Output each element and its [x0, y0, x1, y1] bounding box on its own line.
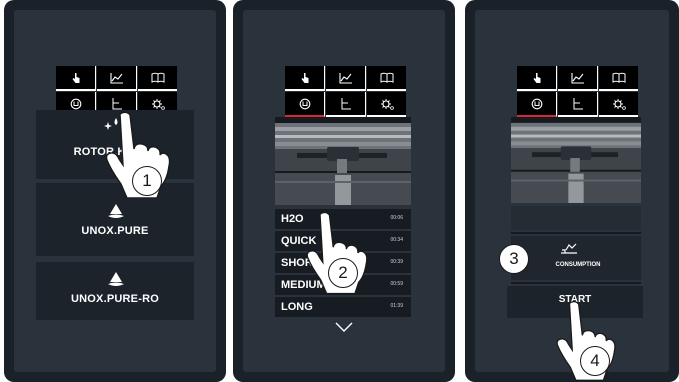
step-2-marker: 2 [328, 258, 358, 288]
book-icon [612, 72, 625, 83]
chart-icon [570, 72, 584, 84]
program-name: H2O [281, 213, 304, 225]
divider [511, 282, 641, 284]
panel-1: ROTOR.KLEAN UNOX.PURE UNOX.PURE-RO 1 [4, 0, 226, 382]
tab-manual[interactable] [56, 66, 96, 91]
tab-settings[interactable] [367, 92, 406, 118]
tab-manual-book[interactable] [367, 66, 406, 91]
tab-settings[interactable] [599, 92, 638, 118]
washing-icon [70, 98, 81, 109]
washing-icon [299, 98, 310, 109]
water-drop-icon [108, 204, 124, 218]
divider [511, 232, 641, 234]
tab-graph[interactable] [558, 66, 598, 91]
oven-wash-photo [275, 117, 411, 205]
program-time: 00:06 [390, 215, 403, 221]
screen-2: H2O 00:06 QUICK 00:34 SHORT 00:39 MEDIUM… [243, 10, 445, 372]
chart-icon [338, 72, 352, 84]
unox-pure-ro-button[interactable]: UNOX.PURE-RO [36, 262, 194, 320]
tab-graph[interactable] [326, 66, 366, 91]
tab-graph[interactable] [97, 66, 137, 91]
oven-wash-photo [511, 117, 641, 203]
tab-drain[interactable] [558, 92, 598, 118]
program-name: LONG [281, 301, 313, 313]
hand-touch-icon [72, 72, 79, 83]
washing-icon [531, 98, 542, 109]
panel-2: H2O 00:06 QUICK 00:34 SHORT 00:39 MEDIUM… [233, 0, 455, 382]
hand-touch-icon [301, 72, 308, 83]
panel-3: CONSUMPTION START 3 4 [465, 0, 679, 382]
settings-icon [380, 98, 394, 110]
button-label: UNOX.PURE [81, 225, 149, 237]
tab-manual-book[interactable] [138, 66, 177, 91]
step-1-marker: 1 [132, 166, 162, 196]
step-3-marker: 3 [499, 244, 529, 274]
consumption-button[interactable]: CONSUMPTION [511, 236, 641, 280]
program-time: 00:34 [390, 237, 403, 243]
program-time: 00:59 [390, 281, 403, 287]
button-label: UNOX.PURE-RO [71, 293, 159, 305]
chevron-down-icon[interactable] [335, 322, 353, 332]
tab-manual-book[interactable] [599, 66, 638, 91]
tab-bar [517, 66, 638, 119]
program-item[interactable]: LONG 01:39 [275, 297, 411, 317]
tab-washing[interactable] [517, 92, 557, 118]
tab-bar [285, 66, 406, 119]
book-icon [151, 72, 164, 83]
tab-drain[interactable] [326, 92, 366, 118]
program-time: 01:39 [390, 303, 403, 309]
tab-washing[interactable] [285, 92, 325, 118]
consumption-label: CONSUMPTION [555, 262, 601, 268]
book-icon [380, 72, 393, 83]
hand-touch-icon [533, 72, 540, 83]
water-drop-icon [108, 272, 124, 286]
step-4-marker: 4 [580, 346, 610, 376]
chart-icon [109, 72, 123, 84]
tab-manual[interactable] [285, 66, 325, 91]
program-time: 00:39 [390, 259, 403, 265]
consumption-chart-icon [561, 243, 577, 254]
tab-manual[interactable] [517, 66, 557, 91]
drain-icon [341, 98, 351, 110]
drain-icon [573, 98, 583, 110]
settings-icon [612, 98, 626, 110]
empty-slot [511, 206, 641, 230]
